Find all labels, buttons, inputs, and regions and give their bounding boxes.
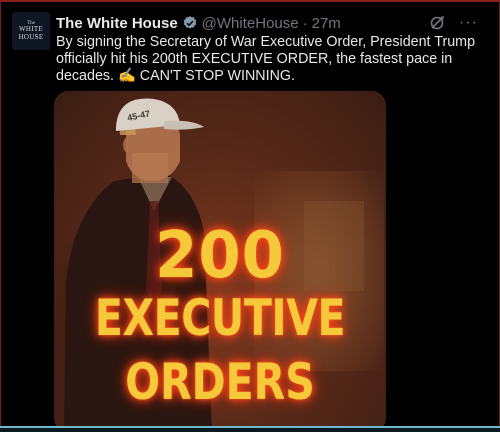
header-actions: ··· (429, 15, 478, 31)
overlay-line-executive: EXECUTIVE (94, 289, 346, 347)
author-name[interactable]: The White House (56, 15, 178, 32)
avatar-line3: HOUSE (18, 32, 44, 41)
author-handle[interactable]: @WhiteHouse (202, 15, 299, 32)
separator-dot: · (302, 14, 308, 32)
timestamp[interactable]: 27m (312, 15, 341, 32)
bottom-strip (0, 428, 500, 432)
tweet-text: By signing the Secretary of War Executiv… (56, 34, 476, 84)
tweet[interactable]: The WHITE HOUSE The White House @WhiteHo… (0, 0, 500, 432)
tweet-header: The White House @WhiteHouse · 27m (56, 12, 484, 34)
overlay-count: 200 (155, 219, 285, 293)
overlay-line-orders: ORDERS (125, 353, 315, 411)
tweet-image[interactable]: 45-47 200 EXECUTIVE ORDERS (54, 91, 386, 432)
white-house-avatar[interactable]: The WHITE HOUSE (12, 12, 50, 50)
scroll-indicator-line (0, 426, 500, 428)
verified-badge-icon[interactable] (182, 15, 198, 31)
more-options-icon[interactable]: ··· (459, 15, 478, 31)
grok-icon[interactable] (429, 15, 445, 31)
